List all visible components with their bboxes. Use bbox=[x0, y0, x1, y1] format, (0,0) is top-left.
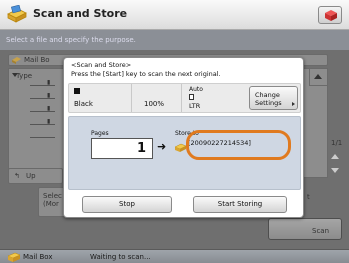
pages-label: Pages bbox=[91, 130, 109, 137]
paper-icon bbox=[189, 94, 194, 100]
select-label: Selec bbox=[43, 192, 62, 200]
stop-button[interactable]: Stop bbox=[82, 196, 172, 213]
footer-location: Mail Box bbox=[23, 253, 53, 261]
start-storing-button[interactable]: Start Storing bbox=[193, 196, 287, 213]
change-settings-button[interactable]: Change Settings bbox=[249, 86, 298, 110]
dialog-message: Press the [Start] key to scan the next o… bbox=[71, 70, 221, 78]
zoom-value: 100% bbox=[144, 100, 165, 108]
instruction-bar: Select a file and specify the purpose. bbox=[0, 30, 349, 50]
page-title: Scan and Store bbox=[33, 7, 128, 20]
footer-status: Waiting to scan... bbox=[90, 253, 151, 261]
mailbox-icon bbox=[8, 252, 20, 262]
pages-count: 1 bbox=[91, 138, 153, 159]
paper-size-value: LTR bbox=[189, 102, 201, 110]
scroll-up-icon bbox=[314, 74, 322, 79]
mailbox-icon bbox=[175, 143, 186, 152]
page-indicator: 1/1 bbox=[331, 139, 343, 147]
auto-label: Auto bbox=[189, 86, 203, 93]
counter-check-button[interactable] bbox=[318, 6, 342, 24]
sort-arrow-icon bbox=[12, 73, 18, 77]
scan-button[interactable] bbox=[268, 218, 342, 240]
mailbox-item-label: Mail Bo bbox=[24, 56, 50, 64]
dialog-heading: <Scan and Store> bbox=[71, 61, 132, 69]
highlight-ring bbox=[186, 130, 291, 160]
type-column-header: Type bbox=[16, 72, 33, 80]
mailbox-icon bbox=[12, 57, 21, 64]
color-mode-value: Black bbox=[74, 100, 93, 108]
status-bar: Mail Box Waiting to scan... bbox=[0, 249, 349, 263]
scanner-icon bbox=[7, 5, 27, 23]
arrow-right-icon: ➜ bbox=[157, 140, 167, 153]
color-mode-icon bbox=[74, 88, 80, 94]
page-down-icon[interactable] bbox=[331, 168, 339, 173]
page-up-icon[interactable] bbox=[331, 154, 339, 159]
header-bar: Scan and Store bbox=[0, 0, 349, 30]
cube-icon bbox=[325, 10, 337, 21]
up-arrow-icon: ↰ bbox=[14, 172, 20, 180]
memory-label: (Mor bbox=[43, 200, 59, 208]
settings-summary: Black 100% Auto LTR Change Settings bbox=[68, 83, 301, 113]
up-button-label: Up bbox=[26, 172, 36, 180]
chevron-right-icon bbox=[292, 102, 295, 106]
scan-button-label: Scan bbox=[312, 227, 330, 235]
